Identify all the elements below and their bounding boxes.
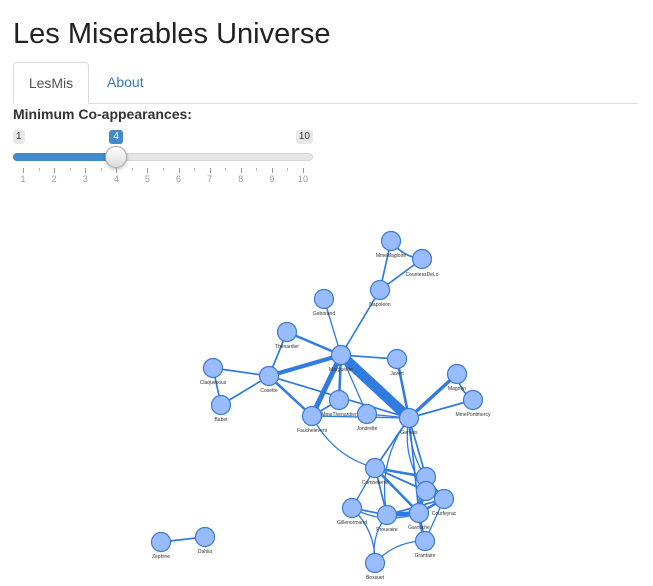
network-node-label: Babet: [214, 417, 228, 423]
network-node[interactable]: [330, 344, 352, 366]
slider-min-label: 1: [13, 130, 25, 144]
network-node-label: Javert: [390, 371, 404, 377]
network-node-label: Courfeyrac: [432, 511, 457, 517]
network-node-label: MmeMagloire: [376, 253, 407, 259]
slider-label: Minimum Co-appearances:: [13, 106, 192, 122]
network-node[interactable]: [433, 488, 455, 510]
tab-bar: LesMis About: [13, 62, 638, 104]
slider-tick: [209, 168, 211, 173]
network-node[interactable]: [258, 365, 280, 387]
slider-tick-label: 7: [207, 174, 213, 184]
slider-minor-tick: [100, 168, 102, 171]
slider-tick-label: 6: [176, 174, 182, 184]
slider-tick: [54, 168, 56, 173]
network-node-label: Napoleon: [369, 302, 391, 308]
slider-minor-tick: [256, 168, 258, 171]
network-node[interactable]: [462, 389, 484, 411]
slider-value-label: 4: [109, 130, 123, 144]
slider-minor-tick: [194, 168, 196, 171]
slider-tick-label: 3: [82, 174, 88, 184]
network-node-label: Gillenormand: [337, 520, 367, 526]
slider-minor-tick: [225, 168, 227, 171]
network-node[interactable]: [202, 357, 224, 379]
network-node[interactable]: [414, 530, 436, 552]
network-node[interactable]: [341, 497, 363, 519]
slider-minor-tick: [287, 168, 289, 171]
network-node-label: Magnon: [448, 386, 466, 392]
network-node[interactable]: [328, 389, 350, 411]
slider-tick-label: 1: [20, 174, 26, 184]
slider-minor-tick: [38, 168, 40, 171]
network-node[interactable]: [364, 457, 386, 479]
slider-tick-label: 2: [51, 174, 57, 184]
slider-max-label: 10: [295, 130, 313, 144]
network-node-label: Zephine: [152, 554, 170, 560]
network-node-label: MmePontmercy: [455, 412, 491, 418]
slider-minor-tick: [69, 168, 71, 171]
slider-tick: [116, 168, 118, 173]
slider-tick: [178, 168, 180, 173]
network-node[interactable]: [415, 480, 437, 502]
network-node[interactable]: [356, 403, 378, 425]
network-nodes: MmeMagloire CountessDeLo Napoleon Geborand T…: [150, 230, 491, 581]
network-node[interactable]: [364, 552, 386, 574]
network-link: [340, 289, 381, 356]
slider-tick: [303, 168, 304, 173]
network-node-label: Claquesous: [200, 380, 227, 386]
network-node[interactable]: [446, 363, 468, 385]
network-node-label: Geborand: [313, 311, 335, 317]
network-node[interactable]: [194, 526, 216, 548]
network-node-label: Grantaire: [415, 553, 436, 559]
network-node-label: Dahlia: [198, 549, 212, 555]
network-node-label: CountessDeLo: [405, 272, 438, 278]
slider-tick: [85, 168, 87, 173]
slider-handle[interactable]: [105, 146, 128, 168]
slider-tick: [271, 168, 273, 173]
network-node[interactable]: [369, 279, 391, 301]
slider-tick-label: 10: [297, 174, 309, 184]
network-node[interactable]: [408, 502, 430, 524]
network-node[interactable]: [380, 230, 402, 252]
tab-about[interactable]: About: [93, 62, 158, 102]
page-title: Les Miserables Universe: [13, 18, 331, 50]
network-node[interactable]: [313, 288, 335, 310]
network-node-label: Combeferre: [362, 480, 389, 486]
network-node-label: Gervais: [400, 430, 418, 436]
network-node-label: Cosette: [260, 388, 277, 394]
co-appearance-slider[interactable]: 1 10 4 1 2 3 4 5 6 7 8 9 10: [13, 128, 313, 188]
slider-tick-label: 4: [113, 174, 119, 184]
network-node-label: Thenardier: [275, 344, 300, 350]
slider-fill: [13, 153, 117, 161]
network-node-label: Jondrette: [357, 426, 378, 432]
network-node-label: Prouvaire: [376, 527, 398, 533]
slider-minor-tick: [163, 168, 164, 171]
slider-tick-label: 9: [269, 174, 275, 184]
network-node[interactable]: [150, 531, 172, 553]
network-node[interactable]: [276, 321, 298, 343]
slider-tick: [147, 168, 149, 173]
tab-lesmis[interactable]: LesMis: [13, 62, 89, 104]
network-node[interactable]: [376, 504, 398, 526]
slider-minor-tick: [131, 168, 133, 171]
network-graph[interactable]: MmeMagloire CountessDeLo Napoleon Geborand T…: [0, 195, 653, 586]
network-node[interactable]: [398, 407, 420, 429]
slider-tick: [240, 168, 242, 173]
slider-tick: [23, 168, 24, 173]
network-node-label: Fauchelevent: [297, 428, 328, 434]
network-node-label: Bossuet: [366, 575, 385, 581]
network-node[interactable]: [301, 405, 323, 427]
slider-tick-label: 8: [238, 174, 244, 184]
network-node[interactable]: [411, 248, 433, 270]
network-node-label: Marguerite: [329, 367, 353, 373]
network-node-label: Gavroche: [408, 525, 430, 531]
network-node[interactable]: [210, 394, 232, 416]
network-node[interactable]: [386, 348, 408, 370]
network-node-label: MmeThenardier: [321, 412, 357, 418]
slider-tick-label: 5: [144, 174, 150, 184]
slider-ticks: 1 2 3 4 5 6 7 8 9 10: [13, 168, 313, 188]
